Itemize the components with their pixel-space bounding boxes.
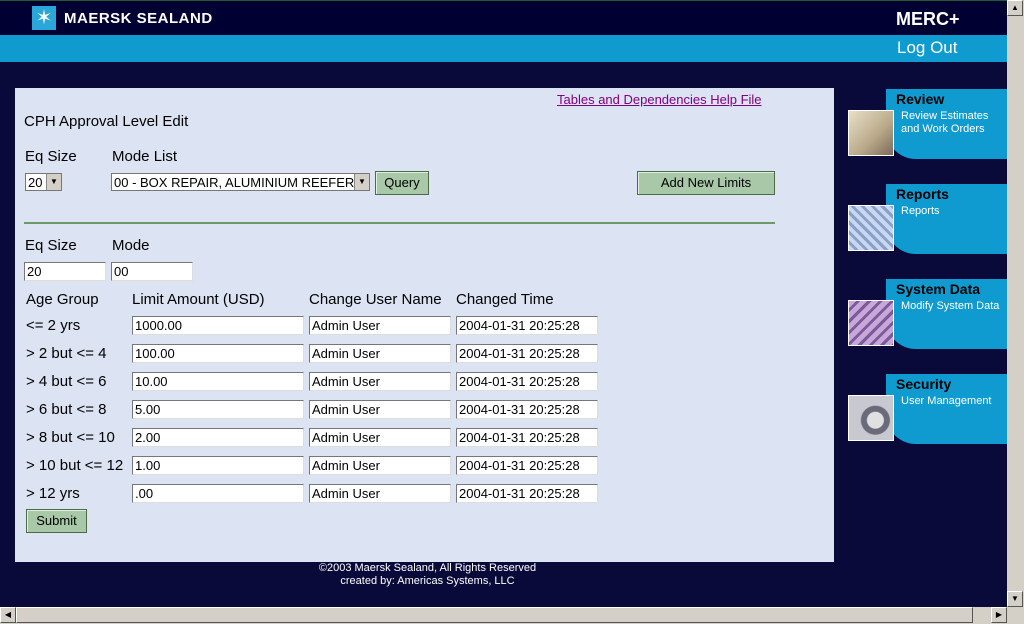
review-estimates-link[interactable]: Review Estimates and Work Orders	[901, 110, 988, 136]
star-logo-icon: ✶	[32, 6, 56, 30]
change-user-field[interactable]: Admin User	[309, 428, 451, 447]
brand-name: MAERSK SEALAND	[64, 10, 213, 27]
changed-time-field[interactable]: 2004-01-31 20:25:28	[456, 428, 598, 447]
limit-amount-field[interactable]: 100.00	[132, 344, 304, 363]
reports-link[interactable]: Reports	[901, 205, 940, 218]
app-name: MERC+	[896, 9, 960, 29]
eq-size-select[interactable]: 20 ▼	[25, 173, 62, 191]
changed-time-field[interactable]: 2004-01-31 20:25:28	[456, 456, 598, 475]
reports-thumbnail-icon	[848, 205, 894, 251]
limit-amount-field[interactable]: 1.00	[132, 456, 304, 475]
top-header: ✶ MAERSK SEALAND MERC+	[0, 0, 1007, 36]
change-user-field[interactable]: Admin User	[309, 400, 451, 419]
change-user-field[interactable]: Admin User	[309, 456, 451, 475]
eq-size-label: Eq Size	[25, 148, 77, 165]
eq-size-label: Eq Size	[25, 237, 77, 254]
modify-system-data-link[interactable]: Modify System Data	[901, 300, 999, 313]
scroll-up-icon[interactable]: ▲	[1007, 0, 1023, 16]
sidenav-heading-system-data: System Data	[896, 281, 981, 297]
changed-time-field[interactable]: 2004-01-31 20:25:28	[456, 400, 598, 419]
scroll-thumb[interactable]	[16, 607, 973, 623]
footer: ©2003 Maersk Sealand, All Rights Reserve…	[300, 562, 555, 588]
mode-list-label: Mode List	[112, 148, 178, 165]
eq-size-select-value: 20	[28, 175, 43, 190]
link-line: Review Estimates	[901, 110, 989, 122]
mode-list-select[interactable]: 00 - BOX REPAIR, ALUMINIUM REEFER ▼	[111, 173, 370, 191]
sidenav-heading-reports: Reports	[896, 186, 949, 202]
sidenav-heading-review: Review	[896, 91, 945, 107]
divider	[24, 222, 775, 224]
lock-thumbnail-icon	[848, 395, 894, 441]
vertical-scrollbar[interactable]: ▲ ▼	[1007, 0, 1024, 607]
chevron-down-icon[interactable]: ▼	[354, 174, 369, 190]
copyright-text: ©2003 Maersk Sealand, All Rights Reserve…	[318, 562, 537, 574]
column-header-change-user: Change User Name	[309, 291, 442, 308]
changed-time-field[interactable]: 2004-01-31 20:25:28	[456, 484, 598, 503]
logout-link[interactable]: Log Out	[897, 38, 958, 58]
column-header-age-group: Age Group	[26, 291, 99, 308]
age-group-cell: > 12 yrs	[26, 485, 80, 502]
age-group-cell: > 8 but <= 10	[26, 429, 115, 446]
limit-amount-field[interactable]: 10.00	[132, 372, 304, 391]
mode-field[interactable]: 00	[111, 262, 193, 281]
change-user-field[interactable]: Admin User	[309, 316, 451, 335]
column-header-changed-time: Changed Time	[456, 291, 554, 308]
eq-size-field[interactable]: 20	[24, 262, 106, 281]
limit-amount-field[interactable]: 1000.00	[132, 316, 304, 335]
age-group-cell: > 4 but <= 6	[26, 373, 107, 390]
keyboard-thumbnail-icon	[848, 300, 894, 346]
limit-amount-field[interactable]: 2.00	[132, 428, 304, 447]
sidenav-heading-security: Security	[896, 376, 952, 392]
add-new-limits-button[interactable]: Add New Limits	[637, 171, 775, 195]
help-file-link[interactable]: Tables and Dependencies Help File	[557, 92, 762, 107]
link-line: and Work Orders	[901, 123, 985, 135]
change-user-field[interactable]: Admin User	[309, 372, 451, 391]
age-group-cell: > 6 but <= 8	[26, 401, 107, 418]
limit-amount-field[interactable]: .00	[132, 484, 304, 503]
credits-text: created by: Americas Systems, LLC	[340, 575, 515, 587]
page-title: CPH Approval Level Edit	[24, 113, 189, 130]
chevron-down-icon[interactable]: ▼	[46, 174, 61, 190]
documents-thumbnail-icon	[848, 110, 894, 156]
scroll-left-icon[interactable]: ◀	[0, 607, 16, 623]
mode-list-select-value: 00 - BOX REPAIR, ALUMINIUM REEFER	[114, 175, 355, 190]
query-button[interactable]: Query	[375, 171, 429, 195]
change-user-field[interactable]: Admin User	[309, 344, 451, 363]
age-group-cell: > 2 but <= 4	[26, 345, 107, 362]
scroll-down-icon[interactable]: ▼	[1007, 591, 1023, 607]
horizontal-scrollbar[interactable]: ◀ ▶	[0, 607, 1007, 624]
user-management-link[interactable]: User Management	[901, 395, 992, 408]
column-header-limit-amount: Limit Amount (USD)	[132, 291, 265, 308]
limit-amount-field[interactable]: 5.00	[132, 400, 304, 419]
changed-time-field[interactable]: 2004-01-31 20:25:28	[456, 344, 598, 363]
mode-label: Mode	[112, 237, 150, 254]
change-user-field[interactable]: Admin User	[309, 484, 451, 503]
age-group-cell: <= 2 yrs	[26, 317, 81, 334]
nav-bar: Log Out	[0, 35, 1007, 62]
changed-time-field[interactable]: 2004-01-31 20:25:28	[456, 316, 598, 335]
submit-button[interactable]: Submit	[26, 509, 87, 533]
scroll-right-icon[interactable]: ▶	[991, 607, 1007, 623]
age-group-cell: > 10 but <= 12	[26, 457, 124, 474]
scrollbar-corner	[1007, 607, 1024, 624]
changed-time-field[interactable]: 2004-01-31 20:25:28	[456, 372, 598, 391]
main-panel: Tables and Dependencies Help File CPH Ap…	[15, 88, 834, 562]
